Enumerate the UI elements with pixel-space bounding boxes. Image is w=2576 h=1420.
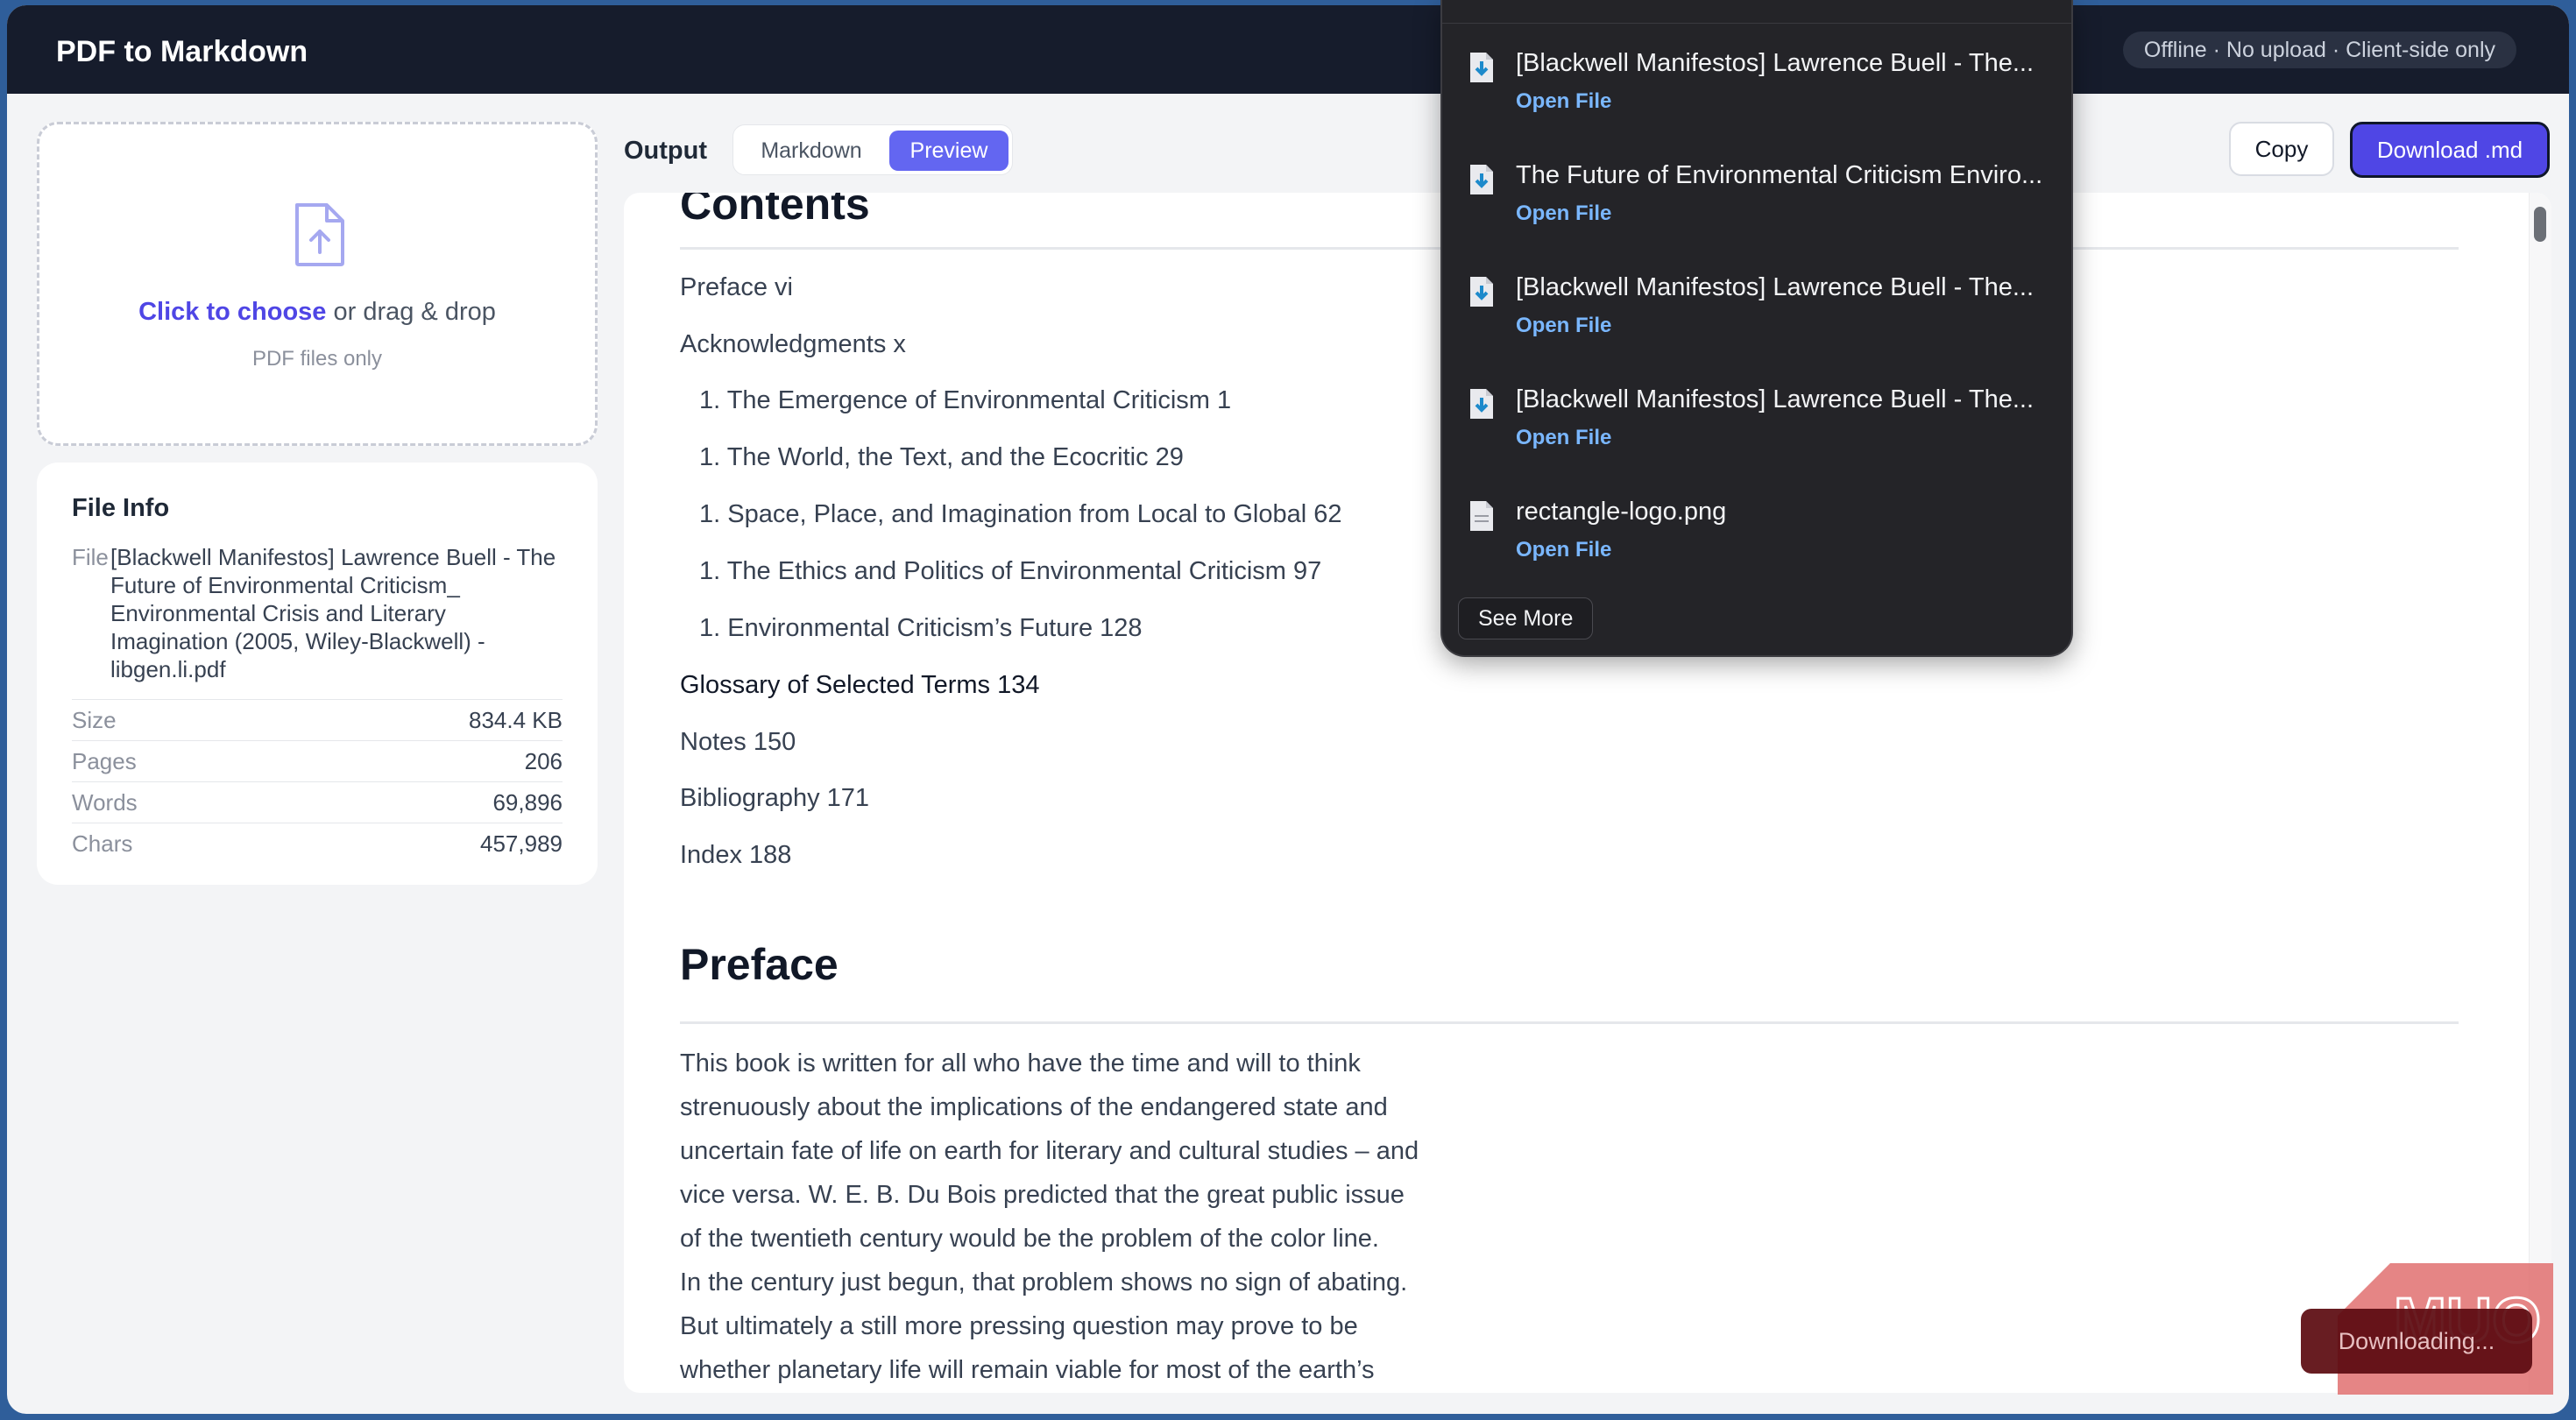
- file-info-row-size: Size 834.4 KB: [72, 699, 563, 740]
- download-item[interactable]: The Future of Environmental Criticism En…: [1468, 151, 2047, 247]
- download-file-name: [Blackwell Manifestos] Lawrence Buell - …: [1516, 49, 2035, 77]
- toc-item: 1. Environmental Criticism’s Future 128: [699, 614, 1143, 642]
- app-window: PDF to Markdown Offline · No upload · Cl…: [7, 5, 2569, 1414]
- open-file-link[interactable]: Open File: [1516, 426, 1611, 450]
- file-info-row-chars: Chars 457,989: [72, 823, 563, 864]
- chars-value: 457,989: [480, 830, 563, 857]
- file-info-file: File [Blackwell Manifestos] Lawrence Bue…: [72, 543, 563, 683]
- preface-line: But ultimately a still more pressing que…: [680, 1312, 1358, 1340]
- preface-line: uncertain fate of life on earth for lite…: [680, 1137, 1419, 1165]
- tab-preview[interactable]: Preview: [889, 131, 1008, 171]
- pdf-file-icon: [1470, 277, 1493, 307]
- download-item[interactable]: [Blackwell Manifestos] Lawrence Buell - …: [1468, 263, 2047, 359]
- toc-item: Index 188: [680, 841, 792, 869]
- file-info-row-words: Words 69,896: [72, 781, 563, 823]
- preface-line: This book is written for all who have th…: [680, 1049, 1361, 1077]
- tab-markdown[interactable]: Markdown: [739, 131, 884, 171]
- app-title: PDF to Markdown: [56, 35, 308, 68]
- preface-line: In the century just begun, that problem …: [680, 1268, 1408, 1296]
- toc-item: Notes 150: [680, 728, 796, 756]
- heading-divider: [680, 1021, 2459, 1024]
- downloading-toast: Downloading...: [2301, 1309, 2532, 1374]
- toc-item: Acknowledgments x: [680, 330, 906, 358]
- open-file-link[interactable]: Open File: [1516, 314, 1611, 338]
- download-item[interactable]: rectangle-logo.png Open File: [1468, 487, 2047, 583]
- pages-value: 206: [524, 748, 563, 774]
- toc-item: 1. The Emergence of Environmental Critic…: [699, 386, 1232, 414]
- download-item[interactable]: [Blackwell Manifestos] Lawrence Buell - …: [1468, 39, 2047, 135]
- toc-item: 1. Space, Place, and Imagination from Lo…: [699, 500, 1342, 528]
- toc-item: Bibliography 171: [680, 784, 870, 812]
- file-info-title: File Info: [72, 494, 170, 522]
- output-label: Output: [624, 137, 708, 165]
- toc-item: 1. The Ethics and Politics of Environmen…: [699, 557, 1322, 585]
- toc-item: 1. The World, the Text, and the Ecocriti…: [699, 443, 1184, 471]
- words-label: Words: [72, 789, 138, 816]
- download-item[interactable]: [Blackwell Manifestos] Lawrence Buell - …: [1468, 375, 2047, 471]
- preface-line: strenuously about the implications of th…: [680, 1093, 1388, 1121]
- choose-file-link[interactable]: Click to choose: [138, 298, 326, 326]
- upload-hint: PDF files only: [251, 347, 383, 371]
- open-file-link[interactable]: Open File: [1516, 538, 1611, 562]
- upload-instruction: Click to choose or drag & drop: [39, 298, 595, 327]
- status-badge: Offline · No upload · Client-side only: [2122, 32, 2516, 68]
- copy-button[interactable]: Copy: [2229, 122, 2334, 176]
- toc-item: Preface vi: [680, 273, 793, 301]
- download-file-name: [Blackwell Manifestos] Lawrence Buell - …: [1516, 385, 2035, 413]
- pdf-file-icon: [1470, 53, 1493, 82]
- contents-heading: Contents: [680, 193, 870, 229]
- scrollbar-thumb[interactable]: [2534, 207, 2546, 242]
- file-upload-icon: [295, 203, 344, 266]
- panel-divider: [1442, 23, 2071, 24]
- open-file-link[interactable]: Open File: [1516, 201, 1611, 226]
- preface-heading: Preface: [680, 940, 839, 989]
- file-info-row-pages: Pages 206: [72, 740, 563, 781]
- file-name-value: [Blackwell Manifestos] Lawrence Buell - …: [110, 544, 556, 682]
- top-bar: PDF to Markdown Offline · No upload · Cl…: [7, 5, 2569, 94]
- file-label: File: [72, 544, 109, 570]
- size-label: Size: [72, 707, 117, 733]
- file-info-card: File Info File [Blackwell Manifestos] La…: [37, 463, 598, 885]
- pdf-file-icon: [1470, 389, 1493, 419]
- see-more-button[interactable]: See More: [1458, 597, 1594, 639]
- preface-line: of the twentieth century would be the pr…: [680, 1225, 1379, 1253]
- open-file-link[interactable]: Open File: [1516, 89, 1611, 114]
- pdf-file-icon: [1470, 165, 1493, 194]
- download-file-name: The Future of Environmental Criticism En…: [1516, 161, 2043, 189]
- toc-item: Glossary of Selected Terms 134: [680, 671, 1040, 699]
- pages-label: Pages: [72, 748, 137, 774]
- image-file-icon: [1470, 501, 1493, 531]
- downloads-panel: [Blackwell Manifestos] Lawrence Buell - …: [1440, 0, 2073, 657]
- download-file-name: rectangle-logo.png: [1516, 498, 1727, 526]
- view-tabs: Markdown Preview: [732, 124, 1013, 175]
- download-file-name: [Blackwell Manifestos] Lawrence Buell - …: [1516, 273, 2035, 301]
- preview-scrollbar[interactable]: [2529, 193, 2551, 1393]
- drag-drop-text: or drag & drop: [326, 298, 496, 326]
- upload-dropzone[interactable]: Click to choose or drag & drop PDF files…: [37, 122, 598, 446]
- preface-line: whether planetary life will remain viabl…: [680, 1356, 1375, 1384]
- words-value: 69,896: [492, 789, 563, 816]
- download-md-button[interactable]: Download .md: [2350, 122, 2550, 178]
- size-value: 834.4 KB: [469, 707, 563, 733]
- preface-line: vice versa. W. E. B. Du Bois predicted t…: [680, 1181, 1405, 1209]
- chars-label: Chars: [72, 830, 133, 857]
